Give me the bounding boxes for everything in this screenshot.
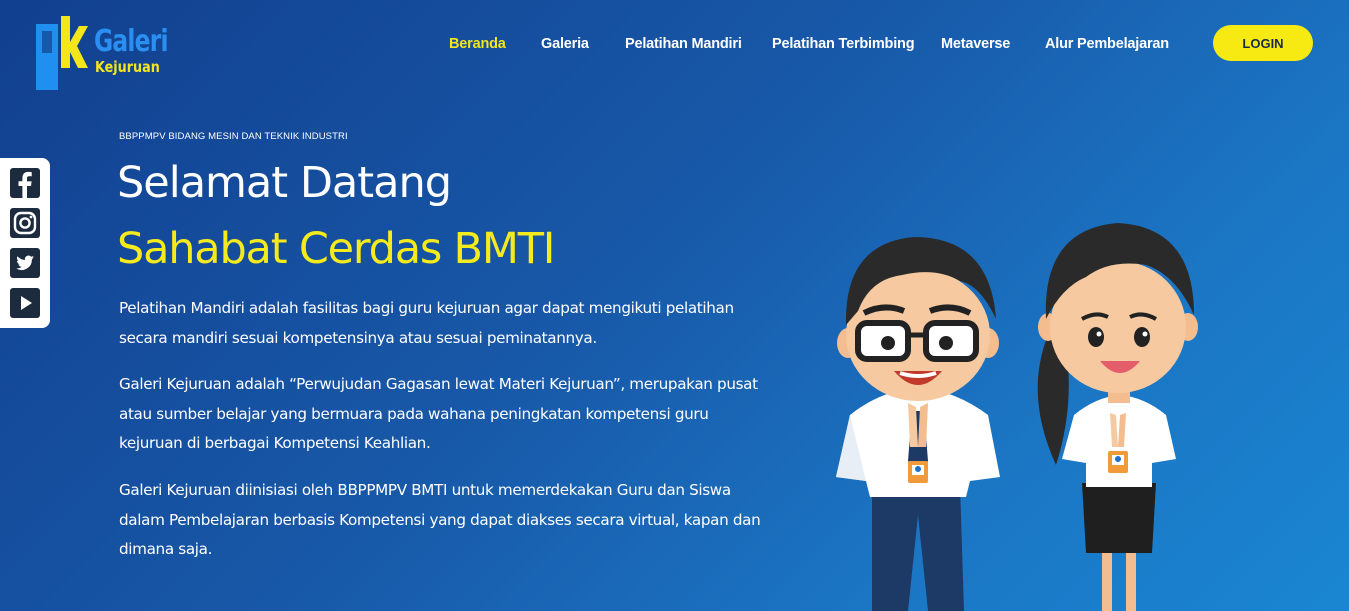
main-nav: Beranda Galeria Pelatihan Mandiri Pelati… bbox=[0, 36, 1349, 56]
nav-beranda[interactable]: Beranda bbox=[449, 36, 506, 52]
social-sidebar bbox=[0, 158, 50, 328]
nav-pelatihan-terbimbing[interactable]: Pelatihan Terbimbing bbox=[772, 36, 915, 52]
facebook-icon[interactable] bbox=[10, 168, 40, 198]
hero-paragraph-3: Galeri Kejuruan diinisiasi oleh BBPPMPV … bbox=[119, 481, 761, 558]
logo-text-kejuruan: Kejuruan bbox=[95, 58, 160, 76]
hero-title-line2: Sahabat Cerdas BMTI bbox=[117, 224, 555, 274]
greeting-characters-illustration bbox=[836, 223, 1198, 611]
hero-eyebrow: BBPPMPV BIDANG MESIN DAN TEKNIK INDUSTRI bbox=[119, 131, 348, 142]
nav-metaverse[interactable]: Metaverse bbox=[941, 36, 1010, 52]
youtube-icon[interactable] bbox=[10, 288, 40, 318]
twitter-icon[interactable] bbox=[10, 248, 40, 278]
hero-paragraph-2: Galeri Kejuruan adalah “Perwujudan Gagas… bbox=[119, 375, 758, 452]
nav-galeria[interactable]: Galeria bbox=[541, 36, 589, 52]
login-button[interactable]: LOGIN bbox=[1213, 25, 1313, 61]
hero-title-line1: Selamat Datang bbox=[117, 158, 452, 208]
nav-alur-pembelajaran[interactable]: Alur Pembelajaran bbox=[1045, 36, 1169, 52]
nav-pelatihan-mandiri[interactable]: Pelatihan Mandiri bbox=[625, 36, 742, 52]
instagram-icon[interactable] bbox=[10, 208, 40, 238]
hero-paragraph-1: Pelatihan Mandiri adalah fasilitas bagi … bbox=[119, 299, 734, 347]
